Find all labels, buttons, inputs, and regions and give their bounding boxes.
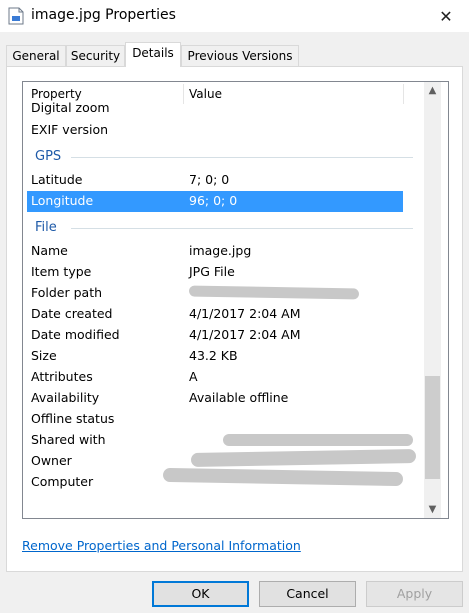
group-header-file[interactable]: File	[35, 220, 57, 240]
group-header-gps[interactable]: GPS	[35, 149, 61, 169]
property-value: JPG File	[189, 264, 235, 279]
group-divider	[71, 157, 413, 158]
list-item[interactable]: Item type JPG File	[23, 262, 423, 283]
close-button[interactable]: ✕	[423, 0, 469, 32]
property-list[interactable]: Digital zoom EXIF version GPS Latitude 7…	[22, 81, 449, 519]
property-name: Longitude	[31, 193, 94, 208]
redaction-mark	[223, 434, 413, 446]
property-name: Date modified	[31, 327, 120, 342]
list-item[interactable]: EXIF version	[23, 120, 423, 141]
property-name: Owner	[31, 453, 72, 468]
tab-previous-versions[interactable]: Previous Versions	[181, 45, 299, 66]
property-name: Attributes	[31, 369, 93, 384]
property-value: A	[189, 369, 198, 384]
property-value: 4/1/2017 2:04 AM	[189, 327, 301, 342]
tab-general[interactable]: General	[6, 45, 66, 66]
property-name: Latitude	[31, 172, 83, 187]
details-panel: Digital zoom EXIF version GPS Latitude 7…	[6, 66, 463, 572]
file-icon	[8, 7, 24, 25]
scrollbar-thumb[interactable]	[425, 376, 440, 479]
property-name: Name	[31, 243, 68, 258]
vertical-scrollbar[interactable]: ▲ ▼	[424, 82, 441, 518]
chevron-up-icon: ▲	[428, 85, 437, 96]
property-value: Available offline	[189, 390, 289, 405]
close-icon: ✕	[439, 6, 453, 26]
property-value: 7; 0; 0	[189, 172, 230, 187]
property-name: EXIF version	[31, 122, 109, 137]
scroll-up-button[interactable]: ▲	[424, 82, 441, 99]
list-item[interactable]: Date created 4/1/2017 2:04 AM	[23, 304, 423, 325]
column-separator[interactable]	[183, 84, 184, 104]
tab-security[interactable]: Security	[66, 45, 125, 66]
ok-button[interactable]: OK	[152, 581, 249, 607]
list-item[interactable]: Attributes A	[23, 367, 423, 388]
list-item[interactable]: Offline status	[23, 409, 423, 430]
tab-details[interactable]: Details	[125, 42, 181, 67]
list-item[interactable]: Name image.jpg	[23, 241, 423, 262]
property-name: Folder path	[31, 285, 103, 300]
property-name: Size	[31, 348, 57, 363]
property-value: 4/1/2017 2:04 AM	[189, 306, 301, 321]
group-divider	[71, 228, 413, 229]
list-item[interactable]: Date modified 4/1/2017 2:04 AM	[23, 325, 423, 346]
column-separator[interactable]	[403, 84, 404, 104]
window-title: image.jpg Properties	[31, 7, 176, 23]
scroll-down-button[interactable]: ▼	[424, 501, 441, 518]
property-name: Offline status	[31, 411, 115, 426]
property-value: 43.2 KB	[189, 348, 238, 363]
title-bar: image.jpg Properties ✕	[0, 0, 469, 32]
list-item[interactable]: Latitude 7; 0; 0	[23, 170, 423, 191]
cancel-button[interactable]: Cancel	[259, 581, 356, 607]
column-header-property[interactable]: Property	[31, 87, 82, 101]
property-name: Shared with	[31, 432, 106, 447]
chevron-down-icon: ▼	[428, 504, 437, 515]
column-header-value[interactable]: Value	[189, 87, 222, 101]
list-header: Property Value	[23, 82, 423, 107]
property-name: Date created	[31, 306, 113, 321]
property-name: Item type	[31, 264, 92, 279]
property-name: Computer	[31, 474, 94, 489]
remove-properties-link[interactable]: Remove Properties and Personal Informati…	[22, 538, 301, 553]
apply-button[interactable]: Apply	[366, 581, 463, 607]
list-item[interactable]: Availability Available offline	[23, 388, 423, 409]
list-item-selected[interactable]: Longitude 96; 0; 0	[27, 191, 403, 212]
list-item[interactable]: Size 43.2 KB	[23, 346, 423, 367]
property-value: 96; 0; 0	[189, 193, 238, 208]
property-name: Availability	[31, 390, 100, 405]
property-value: image.jpg	[189, 243, 252, 258]
